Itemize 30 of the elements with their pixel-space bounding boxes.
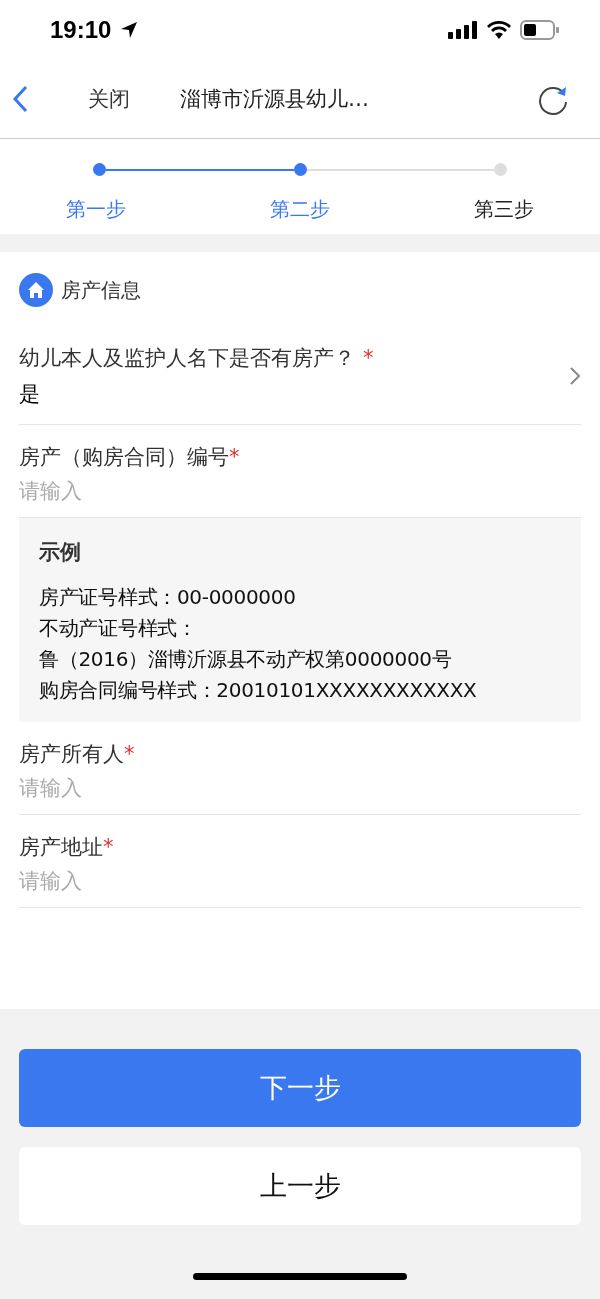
section-title: 房产信息: [61, 276, 141, 304]
back-icon[interactable]: [12, 85, 28, 113]
input-field[interactable]: 请输入: [19, 479, 581, 503]
step-label: 第三步: [474, 196, 534, 223]
signal-icon: [448, 21, 478, 39]
example-line: 房产证号样式：00-0000000: [39, 584, 297, 611]
input-field[interactable]: 请输入: [19, 869, 581, 893]
field-value: 是: [19, 381, 41, 408]
example-line: 不动产证号样式：: [39, 615, 198, 642]
step-label: 第二步: [270, 196, 330, 223]
example-title: 示例: [39, 539, 82, 566]
previous-button[interactable]: 上一步: [19, 1147, 581, 1225]
location-arrow-icon: [119, 20, 140, 40]
chevron-right-icon: [569, 366, 581, 386]
field-label: 房产地址*: [19, 834, 115, 861]
status-time: 19:10: [50, 16, 112, 44]
page-title: 淄博市沂源县幼儿…: [180, 86, 369, 113]
example-line: 购房合同编号样式：20010101XXXXXXXXXXXX: [39, 677, 478, 704]
close-link[interactable]: 关闭: [88, 85, 130, 113]
example-line: 鲁（2016）淄博沂源县不动产权第0000000号: [39, 646, 453, 673]
battery-icon: [520, 20, 560, 40]
step-label: 第一步: [66, 196, 126, 223]
house-icon: [19, 273, 53, 307]
input-field[interactable]: 请输入: [19, 776, 581, 800]
field-label: 房产所有人*: [19, 741, 136, 768]
field-label: 房产（购房合同）编号*: [19, 444, 241, 471]
field-label: 幼儿本人及监护人名下是否有房产？ *: [19, 345, 375, 372]
next-button[interactable]: 下一步: [19, 1049, 581, 1127]
select-field[interactable]: 幼儿本人及监护人名下是否有房产？ * 是: [19, 328, 581, 425]
wifi-icon: [486, 21, 512, 39]
